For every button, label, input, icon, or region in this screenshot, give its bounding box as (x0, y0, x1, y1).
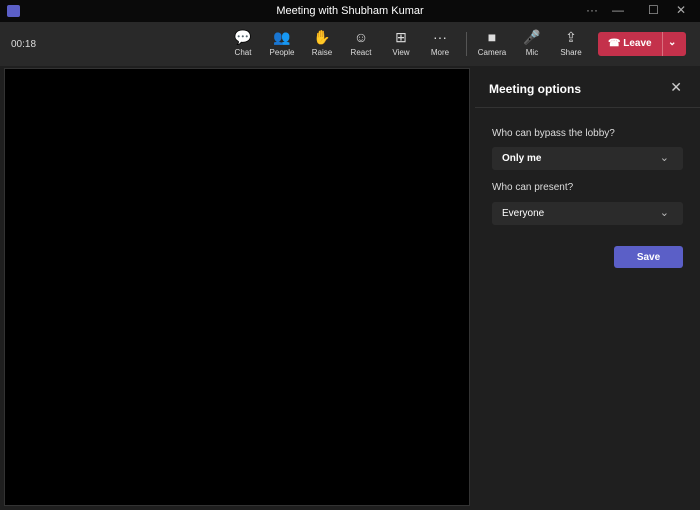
raise-label: Raise (311, 48, 333, 57)
ellipsis-icon: ··· (433, 29, 447, 45)
leave-divider (662, 32, 663, 56)
smiley-icon: ☺ (353, 29, 369, 45)
present-value: Everyone (502, 208, 545, 219)
camera-label: Camera (477, 48, 507, 57)
chat-button[interactable]: 💬 Chat (225, 28, 261, 57)
leave-label: Leave (623, 38, 652, 49)
toolbar-divider (466, 32, 467, 56)
title-bar: Meeting with Shubham Kumar ··· — ☐ ✕ (0, 0, 700, 22)
meeting-options-panel: Meeting options ✕ Who can bypass the lob… (475, 68, 700, 510)
save-button[interactable]: Save (614, 246, 683, 268)
share-icon: ⇪ (565, 29, 577, 45)
react-button[interactable]: ☺ React (343, 28, 379, 57)
share-button[interactable]: ⇪ Share (553, 28, 589, 57)
grid-icon: ⊞ (395, 29, 407, 45)
react-label: React (350, 48, 372, 57)
people-icon: 👥 (273, 29, 291, 45)
view-label: View (392, 48, 410, 57)
mic-icon: 🎤 (523, 29, 541, 45)
share-label: Share (560, 48, 582, 57)
people-label: People (269, 48, 295, 57)
lobby-value: Only me (502, 153, 542, 164)
lobby-dropdown[interactable]: Only me ⌄ (492, 147, 683, 170)
minimize-button[interactable]: — (612, 3, 624, 17)
maximize-button[interactable]: ☐ (648, 3, 659, 17)
present-dropdown[interactable]: Everyone ⌄ (492, 202, 683, 225)
panel-header: Meeting options ✕ (475, 68, 700, 108)
more-button[interactable]: ··· More (422, 28, 458, 57)
close-window-button[interactable]: ✕ (676, 3, 686, 17)
view-button[interactable]: ⊞ View (383, 28, 419, 57)
more-label: More (430, 48, 450, 57)
chat-icon: 💬 (234, 29, 252, 45)
leave-button[interactable]: ☎ Leave ⌄ (598, 32, 686, 56)
raise-hand-button[interactable]: ✋ Raise (304, 28, 340, 57)
chevron-down-icon: ⌄ (659, 207, 669, 219)
panel-title: Meeting options (489, 82, 581, 96)
meeting-toolbar: 00:18 💬 Chat 👥 People ✋ Raise ☺ React ⊞ View … (0, 22, 700, 66)
hand-icon: ✋ (313, 29, 331, 45)
mic-label: Mic (525, 48, 539, 57)
more-options-icon[interactable]: ··· (586, 3, 598, 17)
hang-up-icon: ☎ (608, 38, 621, 49)
chat-label: Chat (234, 48, 252, 57)
present-label: Who can present? (492, 182, 574, 193)
lobby-label: Who can bypass the lobby? (492, 128, 615, 139)
mic-button[interactable]: 🎤 Mic (514, 28, 550, 57)
camera-icon: ■ (487, 29, 497, 45)
people-button[interactable]: 👥 People (264, 28, 300, 57)
camera-button[interactable]: ■ Camera (474, 28, 510, 57)
meeting-timer: 00:18 (11, 39, 37, 50)
chevron-down-icon[interactable]: ⌄ (668, 37, 676, 48)
chevron-down-icon: ⌄ (659, 152, 669, 164)
close-icon[interactable]: ✕ (670, 79, 682, 96)
video-stage (4, 68, 470, 506)
